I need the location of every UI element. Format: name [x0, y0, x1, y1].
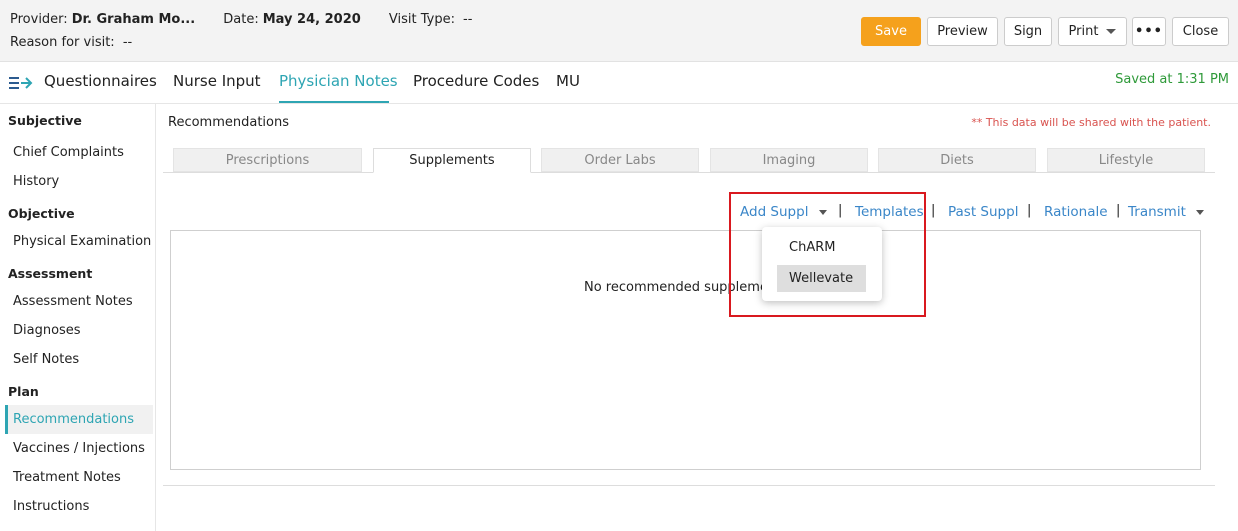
sidebar-item-recommendations[interactable]: Recommendations: [5, 405, 153, 434]
section-heading-assessment: Assessment: [8, 266, 93, 281]
sidebar-item-vaccines-injections[interactable]: Vaccines / Injections: [5, 434, 153, 463]
date-value: May 24, 2020: [262, 12, 361, 27]
chevron-down-icon: [1196, 209, 1205, 215]
active-tab-indicator: [279, 101, 389, 103]
action-separator: |: [1116, 203, 1121, 218]
transmit-dropdown[interactable]: Transmit: [1128, 204, 1205, 220]
page-title: Recommendations: [168, 115, 290, 130]
saved-status: Saved at 1:31 PM: [1115, 72, 1229, 87]
tab-nurse-input[interactable]: Nurse Input: [173, 72, 261, 90]
visit-type-label: Visit Type:: [388, 12, 455, 27]
provider-info: Provider: Dr. Graham Mo...: [10, 12, 195, 27]
more-icon: •••: [1135, 24, 1163, 39]
sidebar-item-chief-complaints[interactable]: Chief Complaints: [5, 138, 153, 167]
action-separator: |: [931, 203, 936, 218]
provider-label: Provider:: [10, 12, 68, 27]
sidebar-item-instructions[interactable]: Instructions: [5, 492, 153, 521]
transmit-label: Transmit: [1128, 204, 1186, 220]
tab-physician-notes[interactable]: Physician Notes: [279, 72, 398, 90]
sidebar-item-physical-examination[interactable]: Physical Examination: [5, 227, 153, 256]
past-suppl-link[interactable]: Past Suppl: [948, 204, 1018, 220]
visit-type-value: --: [463, 12, 473, 27]
notes-tabs: Questionnaires Nurse Input Physician Not…: [0, 62, 1238, 104]
annotation-highlight-box: [729, 192, 926, 317]
reason-label: Reason for visit:: [10, 35, 115, 50]
save-button[interactable]: Save: [861, 17, 921, 46]
patient-share-notice: ** This data will be shared with the pat…: [971, 116, 1211, 129]
sidebar-item-self-notes[interactable]: Self Notes: [5, 345, 153, 374]
rationale-link[interactable]: Rationale: [1044, 204, 1108, 220]
sidebar-item-diagnoses[interactable]: Diagnoses: [5, 316, 153, 345]
section-heading-objective: Objective: [8, 206, 75, 221]
reason-value: --: [122, 35, 133, 50]
sidebar-item-assessment-notes[interactable]: Assessment Notes: [5, 287, 153, 316]
subtab-supplements[interactable]: Supplements: [373, 148, 531, 173]
visit-type-info: Visit Type: --: [389, 12, 472, 27]
print-button[interactable]: Print: [1058, 17, 1127, 46]
date-label: Date:: [223, 12, 259, 27]
visit-header: Provider: Dr. Graham Mo... Date: May 24, 2…: [0, 0, 1238, 62]
tab-procedure-codes[interactable]: Procedure Codes: [413, 72, 539, 90]
sidebar-item-treatment-notes[interactable]: Treatment Notes: [5, 463, 153, 492]
subtab-imaging[interactable]: Imaging: [710, 148, 868, 172]
close-button[interactable]: Close: [1172, 17, 1229, 46]
tab-questionnaires[interactable]: Questionnaires: [44, 72, 157, 90]
subtab-prescriptions[interactable]: Prescriptions: [173, 148, 362, 172]
preview-button[interactable]: Preview: [927, 17, 998, 46]
content-divider: [163, 485, 1215, 486]
tab-mu[interactable]: MU: [556, 72, 580, 90]
subtabs-divider: [163, 172, 1215, 173]
date-info: Date: May 24, 2020: [223, 12, 361, 27]
chevron-down-icon: [1106, 29, 1117, 34]
subtab-order-labs[interactable]: Order Labs: [541, 148, 699, 172]
section-heading-subjective: Subjective: [8, 113, 82, 128]
sign-button[interactable]: Sign: [1004, 17, 1052, 46]
sidebar-item-history[interactable]: History: [5, 167, 153, 196]
notes-sidebar: Subjective Chief Complaints History Obje…: [0, 104, 156, 531]
supplements-panel: [170, 230, 1201, 470]
reason-info: Reason for visit: --: [10, 35, 132, 50]
section-heading-plan: Plan: [8, 384, 39, 399]
subtab-diets[interactable]: Diets: [878, 148, 1036, 172]
visit-info-line: Provider: Dr. Graham Mo... Date: May 24, 2…: [10, 12, 472, 27]
provider-value: Dr. Graham Mo...: [71, 12, 196, 27]
sidebar-toggle-icon[interactable]: [9, 75, 33, 91]
subtab-lifestyle[interactable]: Lifestyle: [1047, 148, 1205, 172]
action-separator: |: [1027, 203, 1032, 218]
more-options-button[interactable]: •••: [1132, 17, 1166, 46]
print-label: Print: [1068, 24, 1099, 39]
